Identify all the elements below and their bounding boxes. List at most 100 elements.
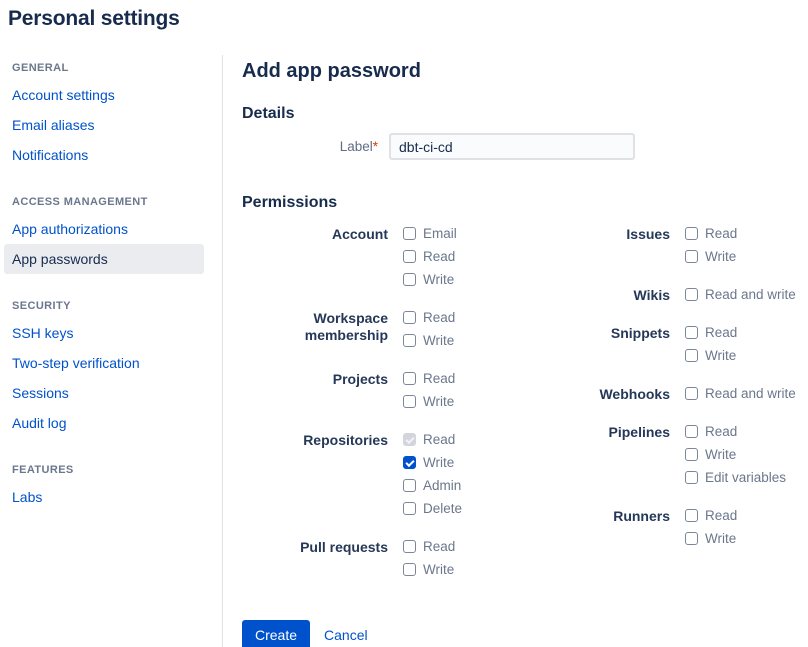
checkbox-pull-requests-write[interactable] bbox=[403, 563, 416, 576]
permission-row: Read bbox=[403, 371, 455, 386]
permission-row: Read bbox=[403, 249, 457, 264]
permission-options: Read and write bbox=[685, 386, 796, 409]
permission-group-issues: Issues Read Write bbox=[552, 226, 796, 272]
permission-group-webhooks: Webhooks Read and write bbox=[552, 386, 796, 409]
checkbox-webhooks-read-and-write[interactable] bbox=[685, 387, 698, 400]
checkbox-runners-write[interactable] bbox=[685, 532, 698, 545]
checkbox-label: Email bbox=[423, 226, 457, 241]
permission-row: Write bbox=[685, 249, 737, 264]
permission-row: Read bbox=[685, 508, 737, 523]
sidebar-item-ssh-keys[interactable]: SSH keys bbox=[4, 318, 204, 348]
sidebar-item-audit-log[interactable]: Audit log bbox=[4, 408, 204, 438]
permission-group-label: Pull requests bbox=[242, 539, 388, 556]
checkbox-pipelines-edit-variables[interactable] bbox=[685, 471, 698, 484]
checkbox-projects-read[interactable] bbox=[403, 372, 416, 385]
checkbox-label: Read bbox=[423, 432, 455, 447]
checkbox-pull-requests-read[interactable] bbox=[403, 540, 416, 553]
required-asterisk: * bbox=[373, 139, 378, 154]
sidebar-item-labs[interactable]: Labs bbox=[4, 482, 204, 512]
checkbox-account-write[interactable] bbox=[403, 273, 416, 286]
checkbox-label: Read bbox=[423, 249, 455, 264]
label-field-label-text: Label bbox=[340, 139, 373, 154]
label-field-label: Label* bbox=[242, 139, 378, 154]
settings-sidebar: GENERALAccount settingsEmail aliasesNoti… bbox=[4, 56, 204, 532]
checkbox-label: Write bbox=[705, 447, 736, 462]
permission-group-label: Snippets bbox=[552, 325, 670, 342]
permission-options: Read and write bbox=[685, 287, 796, 310]
permission-row: Email bbox=[403, 226, 457, 241]
checkbox-label: Read bbox=[705, 226, 737, 241]
permission-group-workspace-membership: Workspace membership ReadWrite bbox=[242, 310, 510, 356]
checkbox-label: Write bbox=[423, 455, 454, 470]
permission-options: Read Write Edit variables bbox=[685, 424, 786, 493]
permission-row: Read bbox=[403, 539, 455, 554]
cancel-link[interactable]: Cancel bbox=[324, 627, 368, 643]
permission-row: Admin bbox=[403, 478, 462, 493]
checkbox-label: Write bbox=[423, 394, 454, 409]
checkbox-repositories-write[interactable] bbox=[403, 456, 416, 469]
label-form-row: Label* bbox=[242, 133, 802, 160]
checkbox-account-email[interactable] bbox=[403, 227, 416, 240]
permission-group-label: Webhooks bbox=[552, 386, 670, 403]
sidebar-item-email-aliases[interactable]: Email aliases bbox=[4, 110, 204, 140]
checkbox-repositories-read bbox=[403, 433, 416, 446]
checkbox-pipelines-write[interactable] bbox=[685, 448, 698, 461]
checkbox-label: Edit variables bbox=[705, 470, 786, 485]
sidebar-item-app-passwords[interactable]: App passwords bbox=[4, 244, 204, 274]
checkbox-runners-read[interactable] bbox=[685, 509, 698, 522]
permission-row: Read bbox=[685, 325, 737, 340]
permission-options: ReadWriteAdminDelete bbox=[403, 432, 462, 524]
permission-group-runners: RunnersReadWrite bbox=[552, 508, 796, 554]
checkbox-repositories-delete[interactable] bbox=[403, 502, 416, 515]
checkbox-label: Write bbox=[705, 531, 736, 546]
permission-options: ReadWrite bbox=[403, 310, 455, 356]
sidebar-item-sessions[interactable]: Sessions bbox=[4, 378, 204, 408]
checkbox-label: Write bbox=[705, 249, 736, 264]
checkbox-label: Write bbox=[705, 348, 736, 363]
permission-group-snippets: Snippets Read Write bbox=[552, 325, 796, 371]
permission-options: Read Write bbox=[685, 508, 737, 554]
checkbox-pipelines-read[interactable] bbox=[685, 425, 698, 438]
permissions-column-2: Issues Read Write WikisRead and write Snippe… bbox=[552, 226, 796, 569]
checkbox-repositories-admin[interactable] bbox=[403, 479, 416, 492]
permission-group-label: Account bbox=[242, 226, 388, 243]
checkbox-snippets-read[interactable] bbox=[685, 326, 698, 339]
permission-group-label: Workspace membership bbox=[242, 310, 388, 344]
checkbox-projects-write[interactable] bbox=[403, 395, 416, 408]
sidebar-section-general: GENERALAccount settingsEmail aliasesNoti… bbox=[4, 56, 204, 170]
permission-row: Read bbox=[685, 424, 786, 439]
checkbox-account-read[interactable] bbox=[403, 250, 416, 263]
sidebar-item-two-step-verification[interactable]: Two-step verification bbox=[4, 348, 204, 378]
permission-group-pipelines: Pipelines Read Write Edit variables bbox=[552, 424, 796, 493]
permission-row: Read and write bbox=[685, 386, 796, 401]
panel-title: Add app password bbox=[242, 60, 802, 83]
permission-options: ReadWrite bbox=[403, 539, 455, 585]
sidebar-section-heading: GENERAL bbox=[4, 56, 204, 80]
permission-row: Write bbox=[403, 272, 457, 287]
sidebar-item-notifications[interactable]: Notifications bbox=[4, 140, 204, 170]
permission-group-label: Issues bbox=[552, 226, 670, 243]
sidebar-section-features: FEATURESLabs bbox=[4, 458, 204, 512]
checkbox-label: Read bbox=[705, 325, 737, 340]
permission-group-label: Projects bbox=[242, 371, 388, 388]
permission-group-label: Pipelines bbox=[552, 424, 670, 441]
permission-row: Write bbox=[403, 394, 455, 409]
checkbox-label: Read and write bbox=[705, 287, 796, 302]
sidebar-item-account-settings[interactable]: Account settings bbox=[4, 80, 204, 110]
label-input[interactable] bbox=[389, 133, 635, 160]
checkbox-label: Read bbox=[423, 539, 455, 554]
add-app-password-panel: Add app password Details Label* Permissi… bbox=[242, 52, 802, 647]
checkbox-label: Admin bbox=[423, 478, 461, 493]
checkbox-snippets-write[interactable] bbox=[685, 349, 698, 362]
create-button[interactable]: Create bbox=[242, 620, 310, 647]
checkbox-workspace-membership-write[interactable] bbox=[403, 334, 416, 347]
sidebar-content-divider bbox=[222, 55, 223, 647]
checkbox-wikis-read-and-write[interactable] bbox=[685, 288, 698, 301]
sidebar-item-app-authorizations[interactable]: App authorizations bbox=[4, 214, 204, 244]
permissions-section-heading: Permissions bbox=[242, 194, 802, 212]
permission-group-account: Account Email Read Write bbox=[242, 226, 510, 295]
checkbox-issues-write[interactable] bbox=[685, 250, 698, 263]
permission-group-wikis: WikisRead and write bbox=[552, 287, 796, 310]
checkbox-issues-read[interactable] bbox=[685, 227, 698, 240]
checkbox-workspace-membership-read[interactable] bbox=[403, 311, 416, 324]
